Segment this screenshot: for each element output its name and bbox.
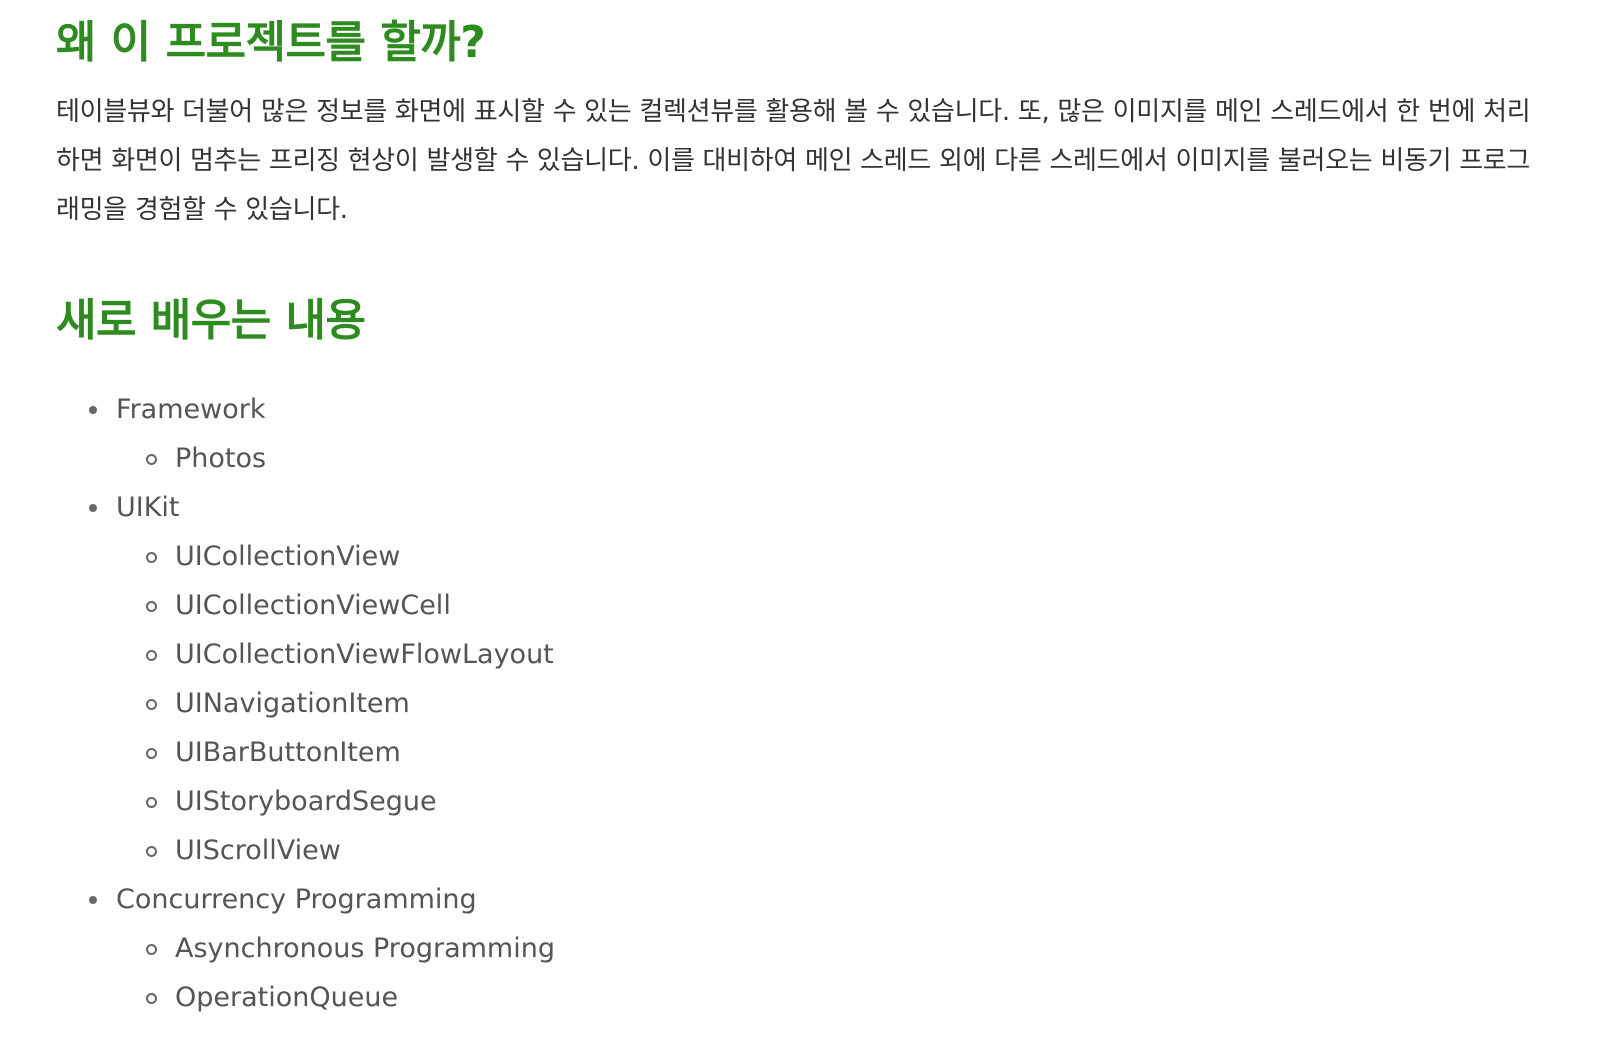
list-item: UICollectionViewFlowLayout [146,633,555,682]
list-item: UIScrollView [146,829,555,878]
section-heading-why: 왜 이 프로젝트를 할까? [56,17,486,68]
intro-paragraph: 테이블뷰와 더불어 많은 정보를 화면에 표시할 수 있는 컬렉션뷰를 활용해 … [56,97,1531,225]
list-item: UICollectionViewCell [146,584,555,633]
topic-concurrency: Concurrency Programming Asynchronous Pro… [56,878,555,1025]
list-item: UINavigationItem [146,682,555,731]
topic-framework: Framework Photos [56,388,555,486]
topic-label: UIKit [89,486,555,535]
list-item: UIBarButtonItem [146,731,555,780]
topic-label: Concurrency Programming [89,878,555,927]
list-item: UICollectionView [146,535,555,584]
topic-label: Framework [89,388,555,437]
section-heading-learn: 새로 배우는 내용 [56,295,366,346]
document-page: 왜 이 프로젝트를 할까? 테이블뷰와 더불어 많은 정보를 화면에 표시할 수… [0,0,1604,1052]
sub-list: UICollectionView UICollectionViewCell UI… [116,535,555,878]
topic-uikit: UIKit UICollectionView UICollectionViewC… [56,486,555,878]
list-item: Photos [146,437,555,486]
list-item: OperationQueue [146,976,555,1025]
sub-list: Asynchronous Programming OperationQueue [116,927,555,1025]
list-item: Asynchronous Programming [146,927,555,976]
sub-list: Photos [116,437,555,486]
list-item: UIStoryboardSegue [146,780,555,829]
topic-list: Framework Photos UIKit UICollectionView … [56,388,555,1025]
